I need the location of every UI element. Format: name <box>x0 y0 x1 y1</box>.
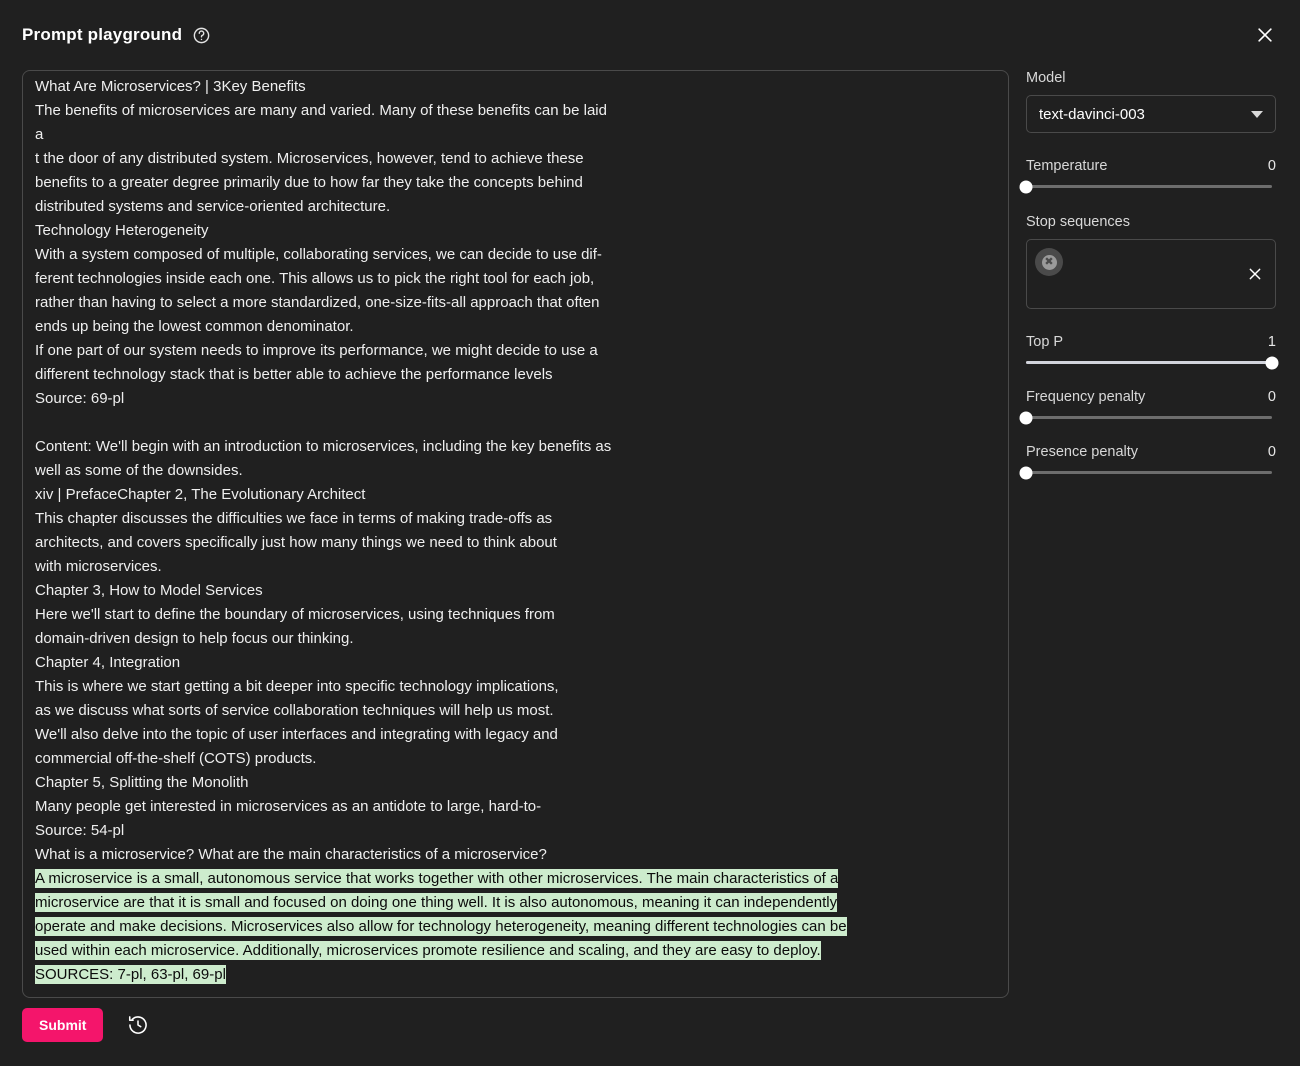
top-p-value: 1 <box>1267 334 1276 350</box>
prompt-line: Content: We'll begin with an introductio… <box>35 438 612 455</box>
prompt-line: What Are Microservices? | 3Key Benefits <box>35 78 306 95</box>
prompt-line: Source: 54-pl <box>35 822 125 839</box>
history-clock-icon[interactable] <box>125 1012 151 1038</box>
stop-sequences-input[interactable]: ✖ <box>1026 239 1276 309</box>
presence-penalty-slider-thumb[interactable] <box>1019 466 1033 479</box>
prompt-line: This chapter discusses the difficulties … <box>35 510 553 527</box>
prompt-line: a <box>35 126 44 143</box>
prompt-line: The benefits of microservices are many a… <box>35 102 607 119</box>
model-select[interactable]: text-davinci-003 <box>1026 95 1276 133</box>
prompt-line: Source: 69-pl <box>35 390 125 407</box>
prompt-line: This is where we start getting a bit dee… <box>35 678 559 695</box>
chevron-down-icon <box>1251 110 1263 118</box>
prompt-line: different technology stack that is bette… <box>35 366 553 383</box>
chip-remove-icon[interactable]: ✖ <box>1041 254 1057 270</box>
prompt-line: SOURCES: 7-pl, 63-pl, 69-pl <box>35 963 996 987</box>
prompt-line: with microservices. <box>35 558 162 575</box>
prompt-line <box>35 411 996 435</box>
prompt-line: xiv | PrefaceChapter 2, The Evolutionary… <box>35 486 366 503</box>
prompt-line: commercial off-the-shelf (COTS) products… <box>35 750 317 767</box>
top-p-label: Top P <box>1026 334 1064 350</box>
prompt-textarea[interactable]: What Are Microservices? | 3Key Benefits T… <box>22 70 1009 998</box>
page-title: Prompt playground <box>22 25 183 44</box>
frequency-penalty-slider-thumb[interactable] <box>1019 411 1033 424</box>
prompt-line: ends up being the lowest common denomina… <box>35 318 354 335</box>
submit-button[interactable]: Submit <box>22 1008 104 1042</box>
prompt-line: Many people get interested in microservi… <box>35 798 542 815</box>
model-select-value: text-davinci-003 <box>1039 105 1145 123</box>
prompt-line: ferent technologies inside each one. Thi… <box>35 270 595 287</box>
highlighted-answer-text: A microservice is a small, autonomous se… <box>35 869 839 888</box>
clear-icon[interactable] <box>1245 264 1265 284</box>
prompt-line: domain-driven design to help focus our t… <box>35 630 354 647</box>
presence-penalty-slider[interactable] <box>1019 466 1272 479</box>
top-p-slider[interactable] <box>1026 356 1279 369</box>
temperature-value: 0 <box>1267 158 1276 174</box>
temperature-label: Temperature <box>1026 158 1108 174</box>
highlighted-answer-text: SOURCES: 7-pl, 63-pl, 69-pl <box>35 965 226 984</box>
model-label: Model <box>1026 70 1066 86</box>
prompt-line: architects, and covers specifically just… <box>35 534 557 551</box>
dialog-header: Prompt playground <box>0 0 1300 70</box>
prompt-line: What is a microservice? What are the mai… <box>35 846 547 863</box>
highlighted-answer-text: microservice are that it is small and fo… <box>35 893 838 912</box>
frequency-penalty-value: 0 <box>1267 389 1276 405</box>
prompt-line: Here we'll start to define the boundary … <box>35 606 555 623</box>
presence-penalty-label: Presence penalty <box>1026 444 1139 460</box>
close-icon[interactable] <box>1252 22 1278 48</box>
prompt-line: Chapter 4, Integration <box>35 654 181 671</box>
top-p-slider-thumb[interactable] <box>1265 356 1279 369</box>
prompt-line: operate and make decisions. Microservice… <box>35 915 996 939</box>
frequency-penalty-label: Frequency penalty <box>1026 389 1146 405</box>
prompt-line: If one part of our system needs to impro… <box>35 342 598 359</box>
settings-panel: Model text-davinci-003 Temperature 0 Sto… <box>1019 70 1279 479</box>
prompt-line: used within each microservice. Additiona… <box>35 939 996 963</box>
frequency-penalty-field: Frequency penalty 0 <box>1019 389 1276 424</box>
model-field: Model text-davinci-003 <box>1026 70 1276 133</box>
prompt-line: We'll also delve into the topic of user … <box>35 726 558 743</box>
prompt-text-content: What Are Microservices? | 3Key Benefits T… <box>23 71 1008 995</box>
prompt-line: distributed systems and service-oriented… <box>35 198 391 215</box>
editor-action-bar: Submit <box>22 1008 151 1042</box>
presence-penalty-value: 0 <box>1267 444 1276 460</box>
presence-penalty-field: Presence penalty 0 <box>1019 444 1276 479</box>
top-p-slider-fill <box>1026 361 1272 364</box>
prompt-line: A microservice is a small, autonomous se… <box>35 867 996 891</box>
prompt-line: rather than having to select a more stan… <box>35 294 600 311</box>
prompt-line: t the door of any distributed system. Mi… <box>35 150 584 167</box>
stop-sequences-label: Stop sequences <box>1026 214 1130 230</box>
prompt-line: Chapter 3, How to Model Services <box>35 582 263 599</box>
prompt-playground-dialog: Prompt playground What Are Microservices… <box>0 0 1300 1066</box>
prompt-line: Technology Heterogeneity <box>35 222 209 239</box>
temperature-field: Temperature 0 <box>1019 158 1276 193</box>
prompt-line: microservice are that it is small and fo… <box>35 891 996 915</box>
prompt-line: benefits to a greater degree primarily d… <box>35 174 583 191</box>
top-p-field: Top P 1 <box>1026 334 1279 369</box>
prompt-line: With a system composed of multiple, coll… <box>35 246 602 263</box>
stop-sequences-field: Stop sequences ✖ <box>1026 214 1276 309</box>
question-circle-icon[interactable] <box>192 26 211 45</box>
prompt-line: well as some of the downsides. <box>35 462 243 479</box>
highlighted-answer-text: operate and make decisions. Microservice… <box>35 917 847 936</box>
temperature-slider-thumb[interactable] <box>1019 180 1033 193</box>
temperature-slider[interactable] <box>1019 180 1272 193</box>
prompt-line: Chapter 5, Splitting the Monolith <box>35 774 249 791</box>
stop-sequence-chip[interactable]: ✖ <box>1035 248 1063 276</box>
prompt-line: as we discuss what sorts of service coll… <box>35 702 554 719</box>
frequency-penalty-slider[interactable] <box>1019 411 1272 424</box>
highlighted-answer-text: used within each microservice. Additiona… <box>35 941 821 960</box>
